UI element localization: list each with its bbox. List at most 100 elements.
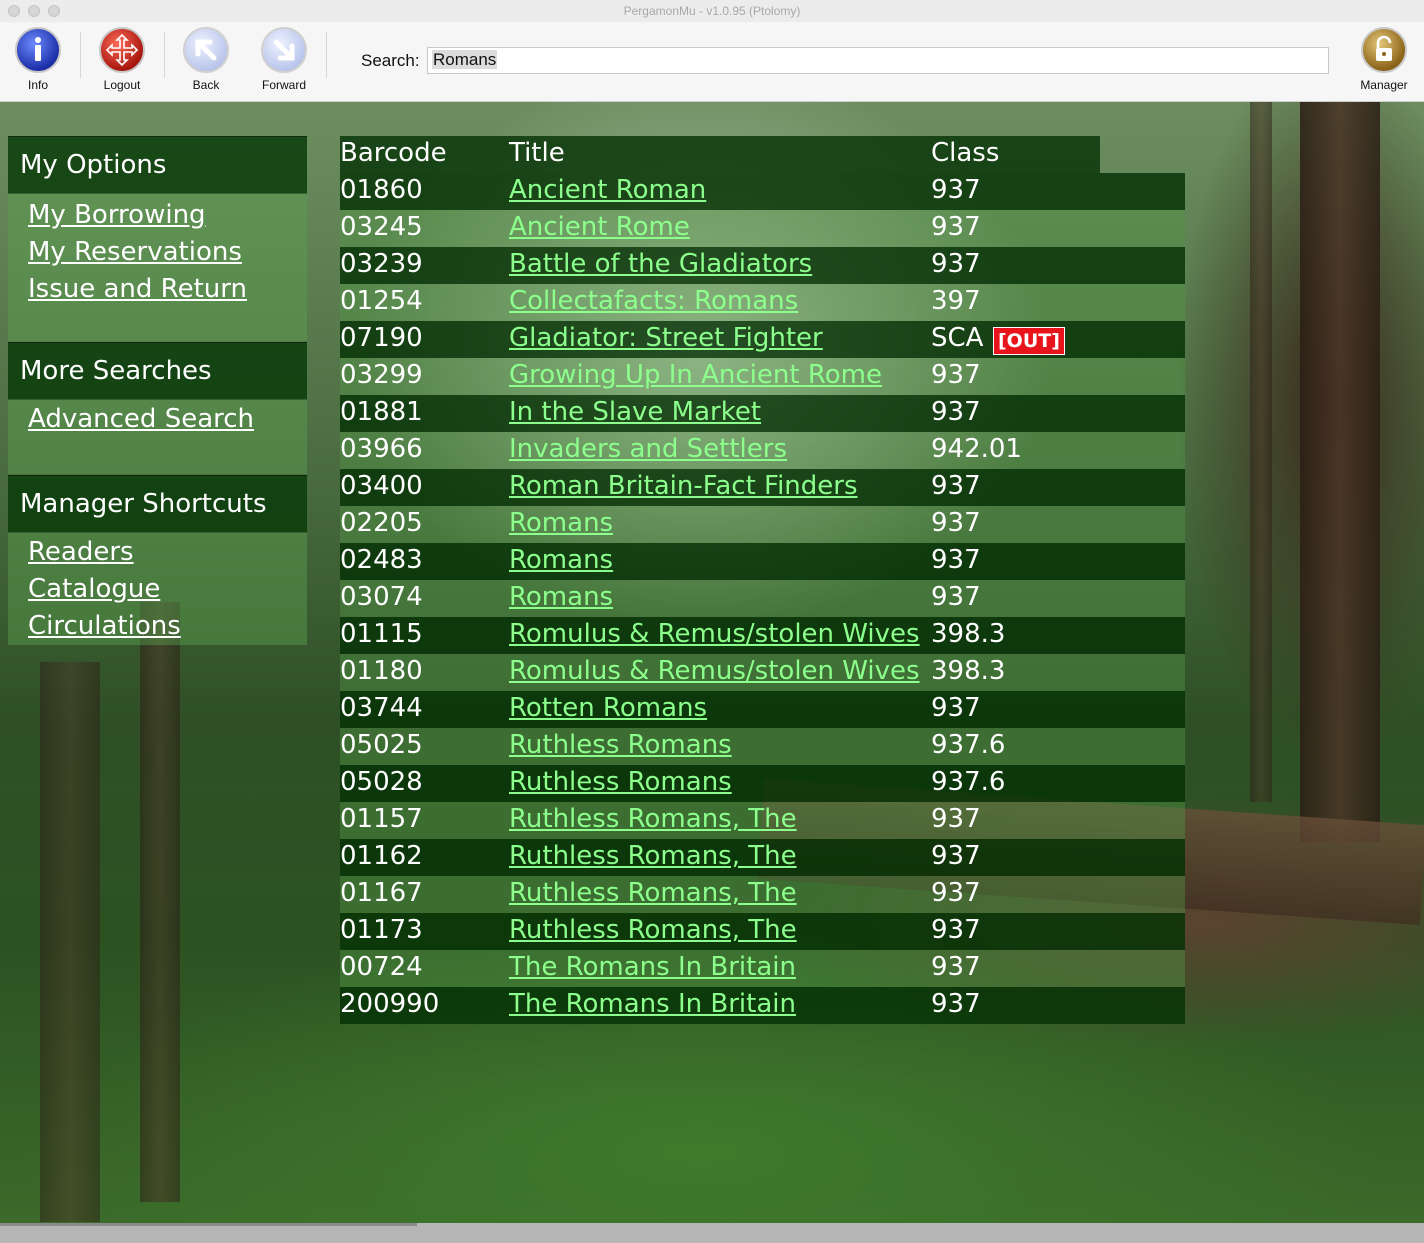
table-row: 07190 Gladiator: Street Fighter SCA [OUT… (340, 321, 1185, 358)
my-reservations-link[interactable]: My Reservations (28, 237, 242, 267)
title-link[interactable]: Ruthless Romans (509, 767, 732, 797)
class-cell: 937 (931, 952, 981, 982)
table-row: 03299 Growing Up In Ancient Rome 937 (340, 358, 1185, 395)
table-row: 03245 Ancient Rome 937 (340, 210, 1185, 247)
class-cell: 937 (931, 545, 981, 575)
title-link[interactable]: Romans (509, 545, 613, 575)
window-titlebar: PergamonMu - v1.0.95 (Ptolomy) (0, 0, 1424, 23)
table-row: 00724 The Romans In Britain 937 (340, 950, 1185, 987)
class-cell: 937 (931, 915, 981, 945)
table-row: 01157 Ruthless Romans, The 937 (340, 802, 1185, 839)
title-link[interactable]: Romulus & Remus/stolen Wives (509, 619, 920, 649)
class-cell: 937 (931, 878, 981, 908)
barcode-cell: 02205 (340, 508, 423, 538)
readers-link[interactable]: Readers (28, 537, 134, 567)
title-link[interactable]: Romans (509, 582, 613, 612)
background-tree-trunk (40, 662, 100, 1222)
title-link[interactable]: In the Slave Market (509, 397, 761, 427)
toolbar-separator (326, 32, 327, 78)
class-column-header: Class (931, 138, 1000, 168)
table-row: 03744 Rotten Romans 937 (340, 691, 1185, 728)
padlock-icon (1361, 27, 1407, 73)
title-link[interactable]: Invaders and Settlers (509, 434, 787, 464)
forward-label: Forward (261, 78, 306, 92)
table-row: 01173 Ruthless Romans, The 937 (340, 913, 1185, 950)
barcode-cell: 01173 (340, 915, 423, 945)
class-cell: 942.01 (931, 434, 1022, 464)
class-cell: 937 (931, 471, 981, 501)
advanced-search-link[interactable]: Advanced Search (28, 404, 254, 434)
title-link[interactable]: Romans (509, 508, 613, 538)
title-link[interactable]: Romulus & Remus/stolen Wives (509, 656, 920, 686)
manager-button[interactable]: Manager (1354, 27, 1414, 92)
table-row: 03239 Battle of the Gladiators 937 (340, 247, 1185, 284)
class-cell: 937.6 (931, 767, 1006, 797)
table-row: 01162 Ruthless Romans, The 937 (340, 839, 1185, 876)
class-cell: SCA (931, 323, 984, 353)
search-label: Search: (361, 51, 420, 70)
search-input[interactable]: Romans (427, 47, 1329, 74)
toolbar-separator (164, 32, 165, 78)
class-cell: 937 (931, 841, 981, 871)
barcode-cell: 03299 (340, 360, 423, 390)
title-link[interactable]: Gladiator: Street Fighter (509, 323, 823, 353)
my-options-title: My Options (20, 150, 167, 180)
forward-button[interactable]: Forward (254, 27, 314, 92)
title-link[interactable]: Ancient Rome (509, 212, 690, 242)
barcode-cell: 03400 (340, 471, 423, 501)
class-cell: 937 (931, 175, 981, 205)
barcode-cell: 05025 (340, 730, 423, 760)
toolbar: Info Logout Back Forward Search: Romans … (0, 22, 1424, 102)
status-bar (0, 1223, 1424, 1243)
title-link[interactable]: Ruthless Romans, The (509, 878, 797, 908)
title-link[interactable]: Collectafacts: Romans (509, 286, 798, 316)
title-link[interactable]: Ruthless Romans, The (509, 804, 797, 834)
manager-shortcuts-header: Manager Shortcuts (8, 475, 307, 533)
barcode-cell: 07190 (340, 323, 423, 353)
class-cell: 937 (931, 804, 981, 834)
my-options-panel: My Borrowing My Reservations Issue and R… (8, 194, 307, 341)
class-cell: 937 (931, 989, 981, 1019)
more-searches-panel: Advanced Search (8, 400, 307, 474)
table-row: 03966 Invaders and Settlers 942.01 (340, 432, 1185, 469)
background-tree-trunk (1300, 102, 1380, 842)
my-borrowing-link[interactable]: My Borrowing (28, 200, 206, 230)
table-row: 01180 Romulus & Remus/stolen Wives 398.3 (340, 654, 1185, 691)
barcode-cell: 01860 (340, 175, 423, 205)
info-label: Info (27, 78, 48, 92)
barcode-cell: 05028 (340, 767, 423, 797)
catalogue-link[interactable]: Catalogue (28, 574, 160, 604)
info-button[interactable]: Info (8, 27, 68, 92)
circulations-link[interactable]: Circulations (28, 611, 181, 641)
table-row: 01167 Ruthless Romans, The 937 (340, 876, 1185, 913)
title-link[interactable]: The Romans In Britain (509, 952, 796, 982)
table-row: 01254 Collectafacts: Romans 397 (340, 284, 1185, 321)
title-link[interactable]: Ancient Roman (509, 175, 706, 205)
title-link[interactable]: Ruthless Romans, The (509, 915, 797, 945)
title-link[interactable]: Growing Up In Ancient Rome (509, 360, 882, 390)
title-link[interactable]: Ruthless Romans (509, 730, 732, 760)
barcode-cell: 02483 (340, 545, 423, 575)
back-arrow-icon (183, 27, 229, 73)
issue-and-return-link[interactable]: Issue and Return (28, 274, 247, 304)
barcode-cell: 01162 (340, 841, 423, 871)
barcode-cell: 01115 (340, 619, 423, 649)
title-link[interactable]: Roman Britain-Fact Finders (509, 471, 858, 501)
title-link[interactable]: The Romans In Britain (509, 989, 796, 1019)
barcode-cell: 00724 (340, 952, 423, 982)
title-link[interactable]: Battle of the Gladiators (509, 249, 812, 279)
back-button[interactable]: Back (176, 27, 236, 92)
class-cell: 937 (931, 508, 981, 538)
table-row: 01115 Romulus & Remus/stolen Wives 398.3 (340, 617, 1185, 654)
title-link[interactable]: Ruthless Romans, The (509, 841, 797, 871)
table-row: 05028 Ruthless Romans 937.6 (340, 765, 1185, 802)
logout-button[interactable]: Logout (92, 27, 152, 92)
class-cell: 937 (931, 582, 981, 612)
class-cell: 937 (931, 249, 981, 279)
my-options-header: My Options (8, 136, 307, 194)
barcode-cell: 01254 (340, 286, 423, 316)
content-area: My Options My Borrowing My Reservations … (0, 102, 1424, 1223)
table-row: 01881 In the Slave Market 937 (340, 395, 1185, 432)
title-link[interactable]: Rotten Romans (509, 693, 707, 723)
title-column-header: Title (509, 138, 565, 168)
